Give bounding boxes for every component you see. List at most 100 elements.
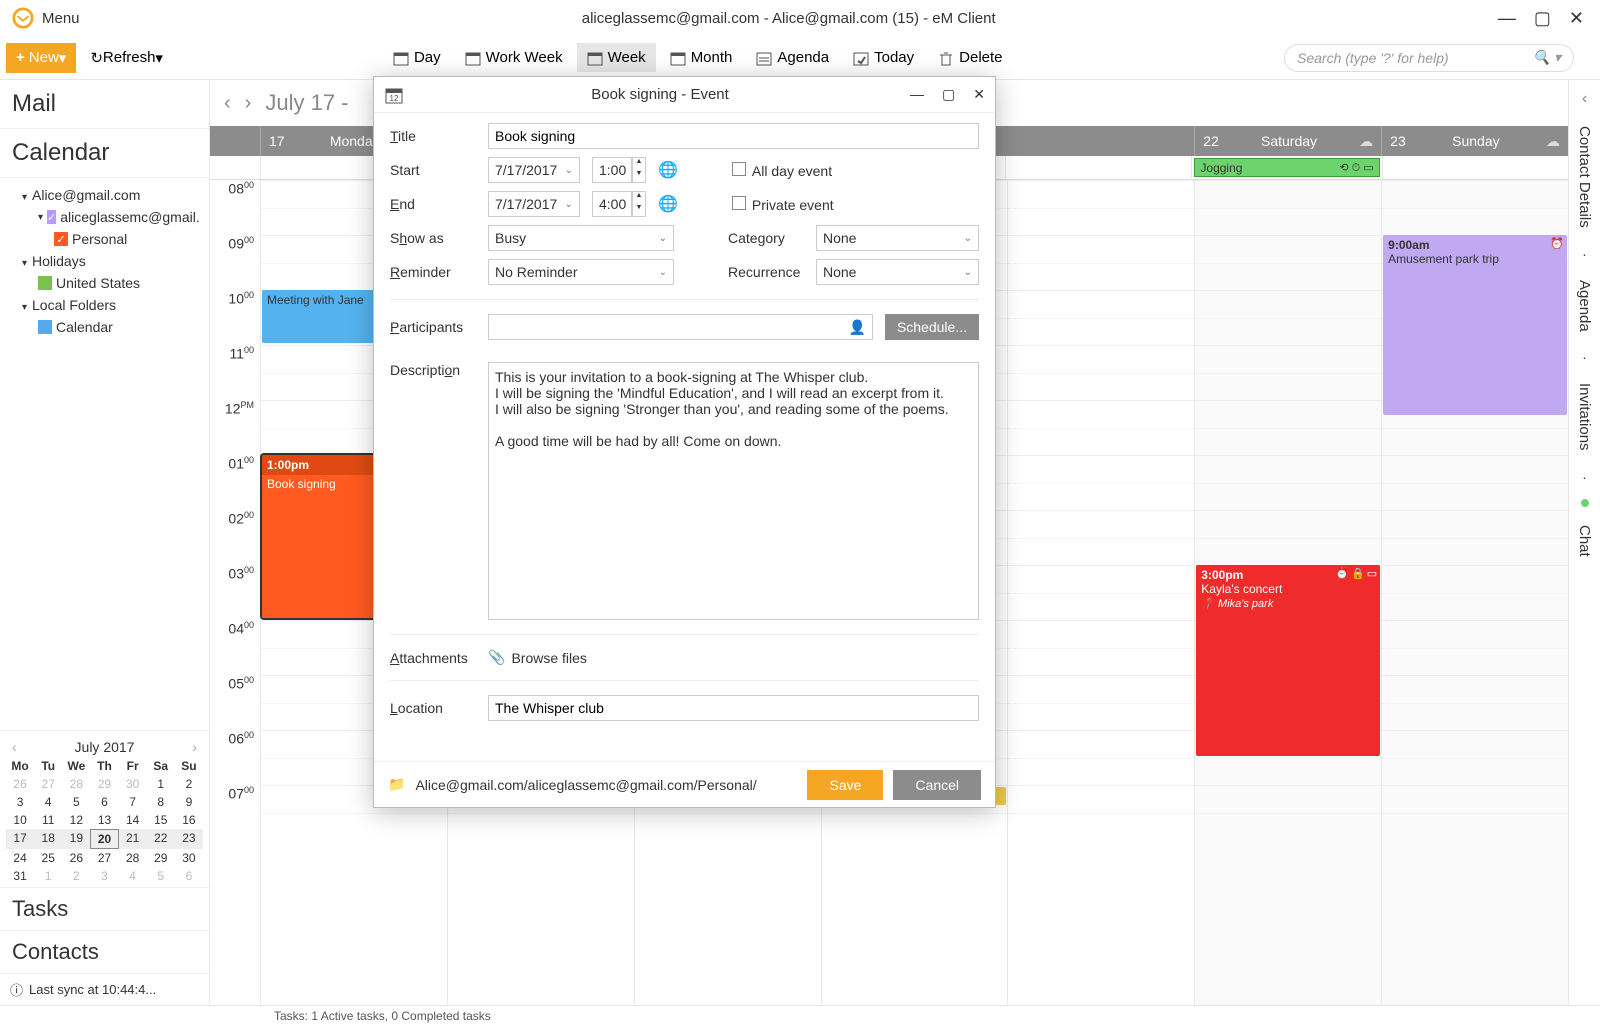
prev-week[interactable]: ‹ — [224, 92, 231, 115]
sidebar-tasks[interactable]: Tasks — [0, 887, 209, 930]
mini-day[interactable]: 24 — [6, 849, 34, 867]
mini-day[interactable]: 4 — [34, 793, 62, 811]
mini-prev[interactable]: ‹ — [12, 739, 17, 755]
menu-button[interactable]: Menu — [42, 10, 80, 27]
time-spinner[interactable]: ▲▼ — [632, 157, 646, 183]
recurrence-select[interactable]: None⌄ — [816, 259, 979, 285]
tree-local-cal[interactable]: Calendar — [8, 316, 201, 338]
rtab-agenda[interactable]: Agenda — [1576, 276, 1593, 336]
rtab-chat[interactable]: Chat — [1576, 521, 1593, 561]
mini-day[interactable]: 19 — [62, 829, 90, 849]
calendar-event[interactable]: 9:00amAmusement park trip⏰ — [1383, 235, 1567, 415]
reminder-select[interactable]: No Reminder⌄ — [488, 259, 674, 285]
mini-day[interactable]: 20 — [90, 829, 118, 849]
sidebar-mail[interactable]: Mail — [0, 80, 209, 129]
dlg-minimize[interactable]: — — [910, 86, 924, 103]
mini-day[interactable]: 27 — [90, 849, 118, 867]
start-time-input[interactable]: 1:00 — [592, 157, 632, 183]
private-checkbox[interactable]: Private event — [732, 196, 834, 213]
mini-day[interactable]: 2 — [175, 775, 203, 793]
showas-select[interactable]: Busy⌄ — [488, 225, 674, 251]
mini-day[interactable]: 27 — [34, 775, 62, 793]
mini-day[interactable]: 4 — [119, 867, 147, 885]
mini-day[interactable]: 16 — [175, 811, 203, 829]
view-month[interactable]: Month — [660, 43, 743, 72]
day-column[interactable] — [1007, 180, 1194, 1005]
mini-day[interactable]: 5 — [62, 793, 90, 811]
mini-day[interactable]: 29 — [147, 849, 175, 867]
mini-day[interactable]: 28 — [62, 775, 90, 793]
time-spinner[interactable]: ▲▼ — [632, 191, 646, 217]
mini-day[interactable]: 13 — [90, 811, 118, 829]
next-week[interactable]: › — [245, 92, 252, 115]
tree-subaccount[interactable]: ▾✓aliceglassemc@gmail.... — [8, 206, 201, 228]
rtab-contact[interactable]: Contact Details — [1576, 122, 1593, 232]
mini-next[interactable]: › — [192, 739, 197, 755]
mini-day[interactable]: 18 — [34, 829, 62, 849]
view-workweek[interactable]: Work Week — [455, 43, 573, 72]
minimize-button[interactable]: — — [1498, 8, 1516, 29]
timezone-icon[interactable]: 🌐 — [658, 160, 678, 180]
mini-day[interactable]: 23 — [175, 829, 203, 849]
mini-day[interactable]: 26 — [6, 775, 34, 793]
tree-local[interactable]: ▾Local Folders — [8, 294, 201, 316]
maximize-button[interactable]: ▢ — [1534, 8, 1551, 29]
checkbox-icon[interactable]: ✓ — [47, 210, 56, 224]
save-button[interactable]: Save — [807, 770, 883, 800]
rtab-invitations[interactable]: Invitations — [1576, 379, 1593, 455]
mini-day[interactable]: 22 — [147, 829, 175, 849]
dlg-close[interactable]: ✕ — [973, 86, 985, 103]
mini-day[interactable]: 17 — [6, 829, 34, 849]
title-input[interactable] — [488, 123, 979, 149]
browse-files[interactable]: 📎Browse files — [488, 649, 587, 666]
mini-day[interactable]: 25 — [34, 849, 62, 867]
event-allday-jogging[interactable]: Jogging ⟲ ⏱ ▭ — [1194, 158, 1379, 177]
description-textarea[interactable]: This is your invitation to a book-signin… — [488, 362, 979, 620]
view-week[interactable]: Week — [577, 43, 656, 72]
mini-day[interactable]: 29 — [90, 775, 118, 793]
collapse-icon[interactable]: ‹ — [1582, 90, 1587, 108]
start-date-input[interactable]: 7/17/2017⌄ — [488, 157, 580, 183]
mini-day[interactable]: 30 — [175, 849, 203, 867]
save-path[interactable]: Alice@gmail.com/aliceglassemc@gmail.com/… — [415, 777, 797, 793]
dlg-maximize[interactable]: ▢ — [942, 86, 955, 103]
mini-day[interactable]: 8 — [147, 793, 175, 811]
mini-day[interactable]: 1 — [34, 867, 62, 885]
day-column[interactable]: 9:00amAmusement park trip⏰ — [1381, 180, 1568, 1005]
mini-day[interactable]: 14 — [119, 811, 147, 829]
mini-day[interactable]: 30 — [119, 775, 147, 793]
tree-holidays[interactable]: ▾Holidays — [8, 250, 201, 272]
view-agenda[interactable]: Agenda — [746, 43, 839, 72]
mini-day[interactable]: 31 — [6, 867, 34, 885]
new-button[interactable]: +New ▾ — [6, 43, 76, 73]
mini-day[interactable]: 26 — [62, 849, 90, 867]
timezone-icon[interactable]: 🌐 — [658, 194, 678, 214]
mini-day[interactable]: 6 — [175, 867, 203, 885]
category-select[interactable]: None⌄ — [816, 225, 979, 251]
schedule-button[interactable]: Schedule... — [885, 314, 979, 340]
day-column[interactable]: 3:00pmKayla's concert📍 Mika's park⏰🔒▭ — [1194, 180, 1381, 1005]
end-time-input[interactable]: 4:00 — [592, 191, 632, 217]
mini-day[interactable]: 15 — [147, 811, 175, 829]
mini-day[interactable]: 6 — [90, 793, 118, 811]
sidebar-contacts[interactable]: Contacts — [0, 930, 209, 973]
participants-input[interactable]: 👤 — [488, 314, 873, 340]
tree-us[interactable]: United States — [8, 272, 201, 294]
end-date-input[interactable]: 7/17/2017⌄ — [488, 191, 580, 217]
mini-day[interactable]: 11 — [34, 811, 62, 829]
tree-account[interactable]: ▾Alice@gmail.com — [8, 184, 201, 206]
sidebar-calendar[interactable]: Calendar — [0, 129, 209, 178]
mini-day[interactable]: 1 — [147, 775, 175, 793]
mini-day[interactable]: 12 — [62, 811, 90, 829]
mini-day[interactable]: 9 — [175, 793, 203, 811]
checkbox-icon[interactable]: ✓ — [54, 232, 68, 246]
close-button[interactable]: ✕ — [1569, 8, 1584, 29]
cancel-button[interactable]: Cancel — [893, 770, 981, 800]
calendar-event[interactable]: 3:00pmKayla's concert📍 Mika's park⏰🔒▭ — [1196, 565, 1380, 756]
mini-day[interactable]: 5 — [147, 867, 175, 885]
mini-day[interactable]: 21 — [119, 829, 147, 849]
mini-day[interactable]: 10 — [6, 811, 34, 829]
refresh-button[interactable]: ↻ Refresh ▾ — [90, 49, 163, 67]
mini-day[interactable]: 28 — [119, 849, 147, 867]
view-today[interactable]: Today — [843, 43, 924, 72]
